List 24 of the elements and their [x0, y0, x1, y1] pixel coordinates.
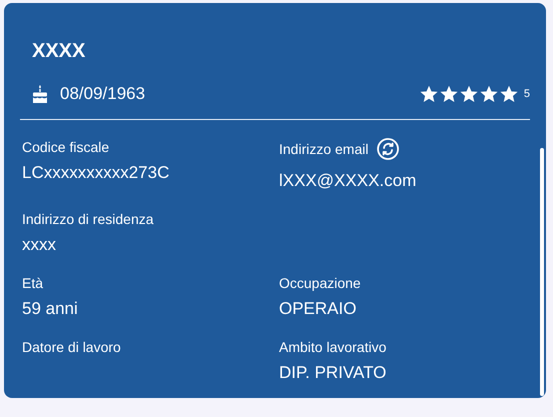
rating-count: 5 — [524, 86, 530, 102]
field-value: lXXX@XXXX.com — [279, 170, 418, 192]
field-label: Codice fiscale — [22, 138, 110, 156]
star-icon — [500, 84, 518, 103]
field-label: Età — [22, 274, 44, 292]
star-icon — [460, 84, 478, 103]
star-icon — [420, 84, 438, 103]
star-icon — [440, 84, 458, 103]
field-label: Indirizzo di residenza — [22, 210, 154, 228]
field-value: xxxx — [22, 234, 57, 256]
field-label: Indirizzo email — [279, 140, 368, 158]
birth-date: 08/09/1963 — [60, 83, 146, 105]
field-value: OPERAIO — [279, 298, 358, 320]
refresh-icon[interactable] — [376, 136, 400, 160]
field-label: Datore di lavoro — [22, 338, 121, 356]
field-label: Ambito lavorativo — [279, 338, 386, 356]
field-label: Occupazione — [279, 274, 361, 292]
field-value: DIP. PRIVATO — [279, 362, 388, 384]
field-value: LCxxxxxxxxxx273C — [22, 162, 170, 184]
field-value: 59 anni — [22, 298, 79, 320]
cake-icon — [32, 84, 48, 103]
scrollbar-thumb[interactable] — [540, 148, 544, 396]
person-name: XXXX — [32, 39, 86, 63]
star-icon — [480, 84, 498, 103]
